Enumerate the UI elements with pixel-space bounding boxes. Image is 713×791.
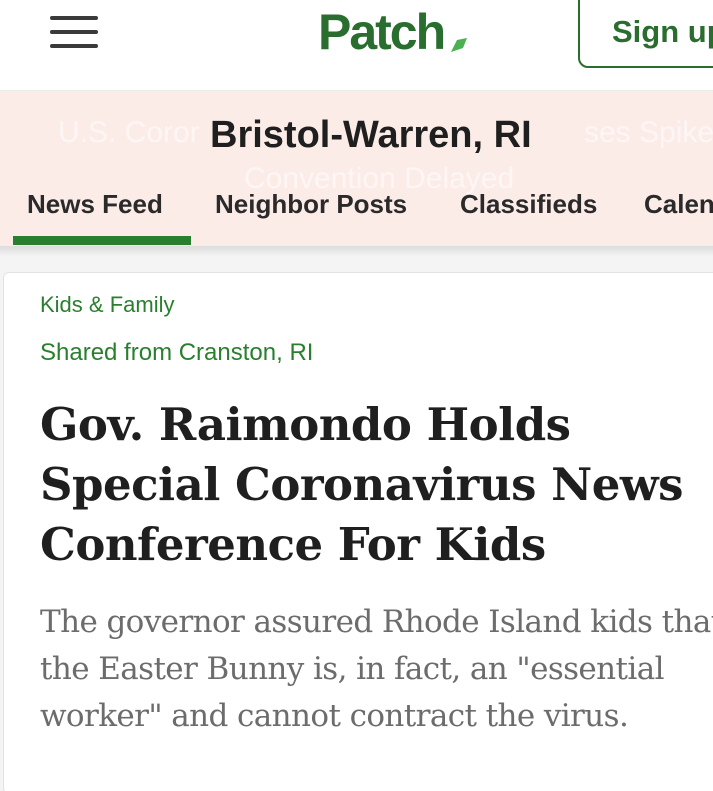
tab-classifieds[interactable]: Classifieds xyxy=(460,186,597,222)
community-title[interactable]: Bristol-Warren, RI xyxy=(200,110,542,160)
patch-leaf-icon xyxy=(451,38,467,52)
community-tabs: News Feed Neighbor Posts Classifieds Cal… xyxy=(0,186,713,226)
article-category-link[interactable]: Kids & Family xyxy=(40,292,174,318)
top-header: Patch Sign up xyxy=(0,0,713,90)
article-headline[interactable]: Gov. Raimondo Holds Special Coronavirus … xyxy=(40,395,712,575)
article-summary: The governor assured Rhode Island kids t… xyxy=(40,604,713,734)
header-shadow xyxy=(0,246,713,256)
patch-page: Patch Sign up U.S. Coror ses Spike Conve… xyxy=(0,0,713,791)
tab-calendar[interactable]: Calendar xyxy=(644,186,713,222)
sign-up-button[interactable]: Sign up xyxy=(578,0,713,68)
tab-news-feed[interactable]: News Feed xyxy=(27,186,163,222)
active-tab-indicator xyxy=(13,236,191,245)
ticker-text-right: ses Spike xyxy=(584,116,713,149)
tab-neighbor-posts[interactable]: Neighbor Posts xyxy=(215,186,407,222)
patch-logo[interactable]: Patch xyxy=(318,2,446,62)
ticker-text-left: U.S. Coror xyxy=(58,116,200,149)
article-shared-from: Shared from Cranston, RI xyxy=(40,339,314,366)
hamburger-menu-icon[interactable] xyxy=(50,16,98,50)
